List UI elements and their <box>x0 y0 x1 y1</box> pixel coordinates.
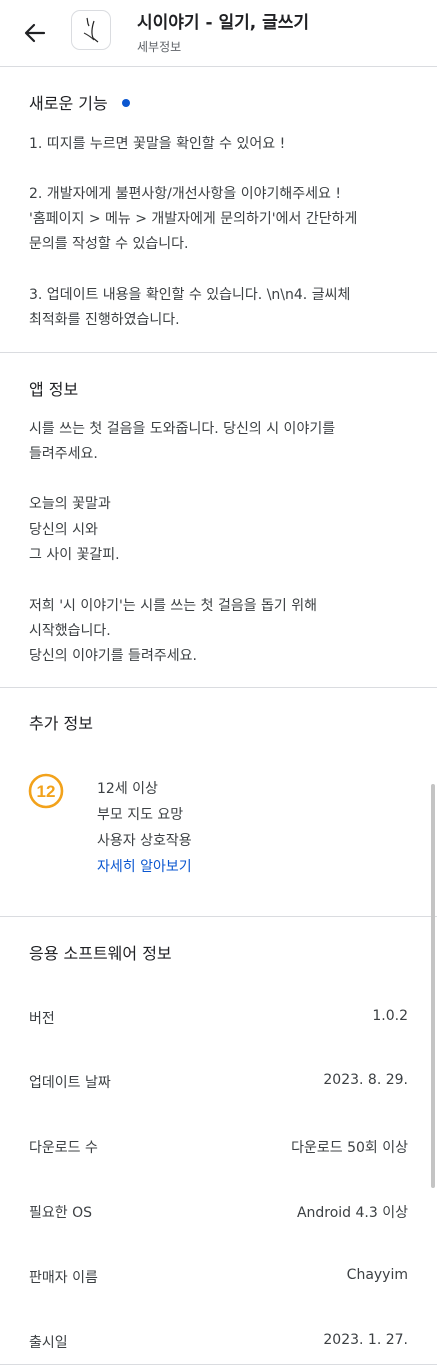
arrow-back-icon <box>24 23 46 43</box>
section-divider <box>0 352 437 353</box>
whats-new-line: '홈페이지 > 메뉴 > 개발자에게 문의하기'에서 간단하게 <box>29 211 358 227</box>
bottom-divider <box>0 1364 437 1365</box>
new-indicator-dot <box>121 98 130 107</box>
section-divider <box>0 916 437 917</box>
age-rating-badge-number: 12 <box>37 782 56 801</box>
rating-details: 12세 이상 부모 지도 요망 사용자 상호작용 자세히 알아보기 <box>97 776 192 880</box>
scrollbar-thumb[interactable] <box>431 784 435 1188</box>
header-divider <box>0 66 437 67</box>
additional-info-heading: 추가 정보 <box>29 714 93 733</box>
parental-guidance-text: 부모 지도 요망 <box>97 807 184 823</box>
update-date-label: 업데이트 날짜 <box>29 1075 111 1091</box>
version-label: 버전 <box>29 1011 55 1027</box>
version-value: 1.0.2 <box>372 1008 408 1024</box>
software-info-heading: 응용 소프트웨어 정보 <box>29 944 172 963</box>
about-line: 시를 쓰는 첫 걸음을 도와줍니다. 당신의 시 이야기를 <box>29 421 336 437</box>
whats-new-line: 문의를 작성할 수 있습니다. <box>29 236 189 252</box>
release-date-value: 2023. 1. 27. <box>323 1332 408 1348</box>
whats-new-line: 최적화를 진행하였습니다. <box>29 312 180 328</box>
about-line: 당신의 이야기를 들려주세요. <box>29 648 197 664</box>
quill-icon <box>83 17 99 43</box>
release-date-label: 출시일 <box>29 1335 68 1351</box>
about-line: 그 사이 꽃갈피. <box>29 547 120 563</box>
about-line: 저희 '시 이야기'는 시를 쓰는 첫 걸음을 돕기 위해 <box>29 598 318 614</box>
age-rating-text: 12세 이상 <box>97 781 158 797</box>
about-line: 시작했습니다. <box>29 623 111 639</box>
about-heading: 앱 정보 <box>29 380 79 399</box>
required-os-value: Android 4.3 이상 <box>296 1205 408 1221</box>
update-date-value: 2023. 8. 29. <box>323 1072 408 1088</box>
app-title: 시이야기 - 일기, 글쓰기 <box>137 13 310 33</box>
learn-more-link[interactable]: 자세히 알아보기 <box>97 854 192 880</box>
seller-value: Chayyim <box>346 1267 408 1283</box>
about-line: 당신의 시와 <box>29 522 98 538</box>
app-icon <box>71 10 111 50</box>
about-line: 들려주세요. <box>29 446 98 462</box>
whats-new-heading: 새로운 기능 <box>29 90 130 114</box>
page-subtitle: 세부정보 <box>137 40 182 54</box>
whats-new-line: 3. 업데이트 내용을 확인할 수 있습니다. \n\n4. 글씨체 <box>29 287 351 303</box>
user-interaction-text: 사용자 상호작용 <box>97 833 192 849</box>
app-bar: 시이야기 - 일기, 글쓰기 세부정보 <box>0 0 437 66</box>
back-button[interactable] <box>18 16 52 50</box>
section-divider <box>0 687 437 688</box>
whats-new-line: 2. 개발자에게 불편사항/개선사항을 이야기해주세요 ! <box>29 186 341 202</box>
age-rating-12-icon: 12 <box>28 773 64 809</box>
required-os-label: 필요한 OS <box>29 1205 92 1221</box>
whats-new-line: 1. 띠지를 누르면 꽃말을 확인할 수 있어요 ! <box>29 136 286 152</box>
seller-label: 판매자 이름 <box>29 1270 98 1286</box>
downloads-value: 다운로드 50회 이상 <box>291 1140 408 1156</box>
about-line: 오늘의 꽃말과 <box>29 496 111 512</box>
downloads-label: 다운로드 수 <box>29 1140 98 1156</box>
age-rating-badge: 12 <box>28 773 64 809</box>
